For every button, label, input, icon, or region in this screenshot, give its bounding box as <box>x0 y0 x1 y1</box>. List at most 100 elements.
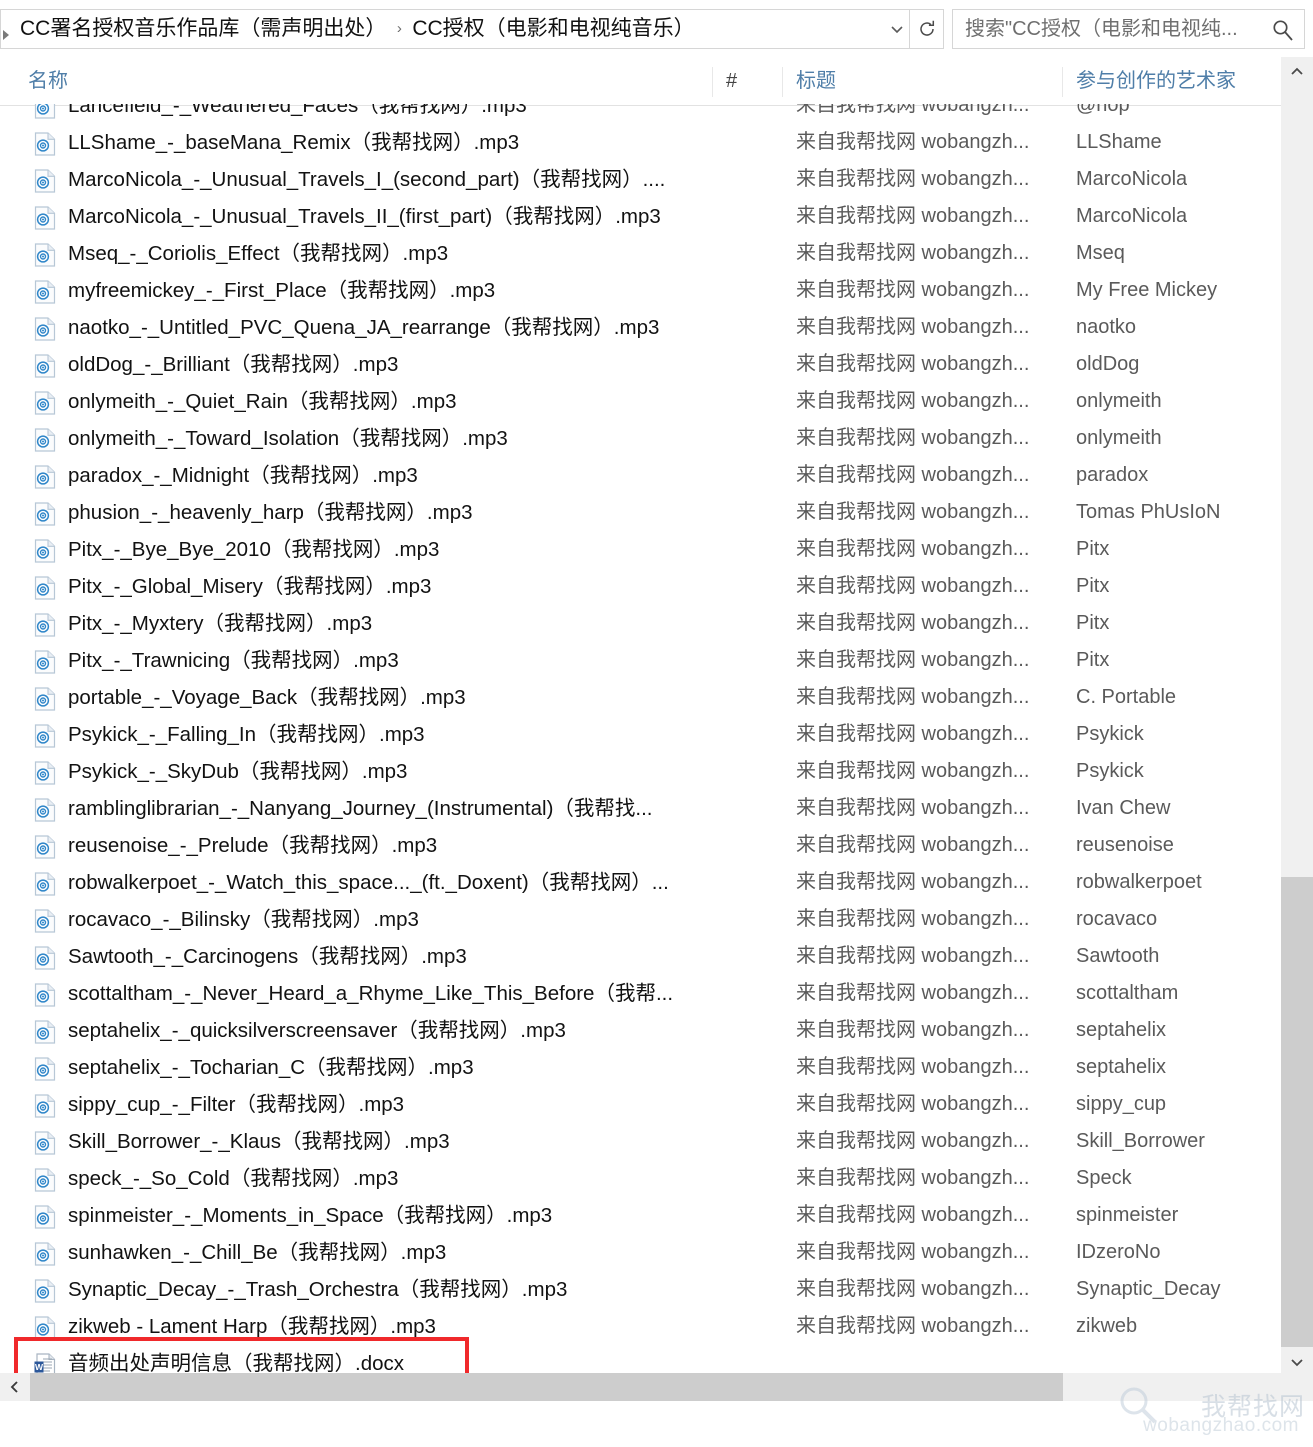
file-name[interactable]: onlymeith_-_Quiet_Rain（我帮找网）.mp3 <box>68 383 457 420</box>
table-row[interactable]: MarcoNicola_-_Unusual_Travels_I_(second_… <box>0 161 1281 198</box>
breadcrumb-separator-icon[interactable]: › <box>388 9 410 49</box>
file-name[interactable]: myfreemickey_-_First_Place（我帮找网）.mp3 <box>68 272 495 309</box>
file-name[interactable]: Psykick_-_SkyDub（我帮找网）.mp3 <box>68 753 407 790</box>
search-input[interactable]: 搜索"CC授权（电影和电视纯... <box>965 10 1255 48</box>
table-row[interactable]: Pitx_-_Trawnicing（我帮找网）.mp3 来自我帮找网 wobang… <box>0 642 1281 679</box>
horizontal-scrollbar-thumb[interactable] <box>30 1373 1063 1401</box>
file-name[interactable]: Lancefield_-_Weathered_Faces（我帮找网）.mp3 <box>68 104 527 124</box>
table-row[interactable]: septahelix_-_Tocharian_C（我帮找网）.mp3 来自我帮找网… <box>0 1049 1281 1086</box>
table-row[interactable]: paradox_-_Midnight（我帮找网）.mp3 来自我帮找网 woban… <box>0 457 1281 494</box>
horizontal-scrollbar[interactable] <box>0 1373 1313 1401</box>
table-row[interactable]: Sawtooth_-_Carcinogens（我帮找网）.mp3 来自我帮找网 w… <box>0 938 1281 975</box>
table-row[interactable]: ramblinglibrarian_-_Nanyang_Journey_(Ins… <box>0 790 1281 827</box>
table-row[interactable]: Pitx_-_Global_Misery（我帮找网）.mp3 来自我帮找网 wob… <box>0 568 1281 605</box>
table-row[interactable]: myfreemickey_-_First_Place（我帮找网）.mp3 来自我帮… <box>0 272 1281 309</box>
file-name[interactable]: scottaltham_-_Never_Heard_a_Rhyme_Like_T… <box>68 975 673 1012</box>
file-name[interactable]: rocavaco_-_Bilinsky（我帮找网）.mp3 <box>68 901 419 938</box>
breadcrumb-item-library[interactable]: CC署名授权音乐作品库（需声明出处） <box>18 9 388 49</box>
file-name[interactable]: reusenoise_-_Prelude（我帮找网）.mp3 <box>68 827 437 864</box>
vertical-scrollbar[interactable] <box>1281 57 1313 1377</box>
file-name[interactable]: Sawtooth_-_Carcinogens（我帮找网）.mp3 <box>68 938 467 975</box>
column-header-number[interactable]: # <box>726 57 737 105</box>
table-row[interactable]: Synaptic_Decay_-_Trash_Orchestra（我帮找网）.m… <box>0 1271 1281 1308</box>
file-name[interactable]: onlymeith_-_Toward_Isolation（我帮找网）.mp3 <box>68 420 508 457</box>
table-row[interactable]: oldDog_-_Brilliant（我帮找网）.mp3 来自我帮找网 woban… <box>0 346 1281 383</box>
file-name[interactable]: robwalkerpoet_-_Watch_this_space..._(ft.… <box>68 864 669 901</box>
breadcrumb-item-current[interactable]: CC授权（电影和电视纯音乐） <box>410 9 696 49</box>
table-row[interactable]: LLShame_-_baseMana_Remix（我帮找网）.mp3 来自我帮找网… <box>0 124 1281 161</box>
file-name[interactable]: Pitx_-_Myxtery（我帮找网）.mp3 <box>68 605 372 642</box>
table-row[interactable]: phusion_-_heavenly_harp（我帮找网）.mp3 来自我帮找网 … <box>0 494 1281 531</box>
scroll-left-button[interactable] <box>0 1373 30 1401</box>
table-row[interactable]: onlymeith_-_Quiet_Rain（我帮找网）.mp3 来自我帮找网 w… <box>0 383 1281 420</box>
file-name[interactable]: septahelix_-_quicksilverscreensaver（我帮找网… <box>68 1012 566 1049</box>
file-name[interactable]: 音频出处声明信息（我帮找网）.docx <box>68 1345 404 1376</box>
table-row[interactable]: Skill_Borrower_-_Klaus（我帮找网）.mp3 来自我帮找网 w… <box>0 1123 1281 1160</box>
table-row[interactable]: Lancefield_-_Weathered_Faces（我帮找网）.mp3 来自… <box>0 104 1281 124</box>
file-name[interactable]: portable_-_Voyage_Back（我帮找网）.mp3 <box>68 679 466 716</box>
table-row[interactable]: Psykick_-_SkyDub（我帮找网）.mp3 来自我帮找网 wobangz… <box>0 753 1281 790</box>
file-name[interactable]: naotko_-_Untitled_PVC_Quena_JA_rearrange… <box>68 309 659 346</box>
mp3-file-icon <box>34 354 56 378</box>
file-name[interactable]: sippy_cup_-_Filter（我帮找网）.mp3 <box>68 1086 404 1123</box>
table-row[interactable]: speck_-_So_Cold（我帮找网）.mp3 来自我帮找网 wobangzh… <box>0 1160 1281 1197</box>
file-name[interactable]: paradox_-_Midnight（我帮找网）.mp3 <box>68 457 418 494</box>
file-name[interactable]: Pitx_-_Trawnicing（我帮找网）.mp3 <box>68 642 399 679</box>
file-artist: septahelix <box>1076 1019 1167 1041</box>
column-divider[interactable] <box>1062 67 1063 97</box>
table-row[interactable]: Pitx_-_Myxtery（我帮找网）.mp3 来自我帮找网 wobangzh.… <box>0 605 1281 642</box>
search-icon[interactable] <box>1270 17 1296 43</box>
table-row[interactable]: Psykick_-_Falling_In（我帮找网）.mp3 来自我帮找网 wob… <box>0 716 1281 753</box>
file-name[interactable]: Mseq_-_Coriolis_Effect（我帮找网）.mp3 <box>68 235 448 272</box>
vertical-scrollbar-thumb[interactable] <box>1281 877 1313 1347</box>
chevron-down-icon[interactable] <box>884 9 910 49</box>
file-title: 来自我帮找网 wobangzh... <box>796 1093 1030 1115</box>
file-name[interactable]: phusion_-_heavenly_harp（我帮找网）.mp3 <box>68 494 473 531</box>
file-name[interactable]: MarcoNicola_-_Unusual_Travels_II_(first_… <box>68 198 661 235</box>
column-header-name[interactable]: 名称 <box>28 57 68 105</box>
table-row[interactable]: septahelix_-_quicksilverscreensaver（我帮找网… <box>0 1012 1281 1049</box>
table-row[interactable]: Mseq_-_Coriolis_Effect（我帮找网）.mp3 来自我帮找网 w… <box>0 235 1281 272</box>
file-name[interactable]: MarcoNicola_-_Unusual_Travels_I_(second_… <box>68 161 665 198</box>
file-name[interactable]: ramblinglibrarian_-_Nanyang_Journey_(Ins… <box>68 790 653 827</box>
table-row[interactable]: robwalkerpoet_-_Watch_this_space..._(ft.… <box>0 864 1281 901</box>
table-row[interactable]: portable_-_Voyage_Back（我帮找网）.mp3 来自我帮找网 w… <box>0 679 1281 716</box>
table-row[interactable]: rocavaco_-_Bilinsky（我帮找网）.mp3 来自我帮找网 woba… <box>0 901 1281 938</box>
file-name[interactable]: oldDog_-_Brilliant（我帮找网）.mp3 <box>68 346 398 383</box>
file-name[interactable]: Psykick_-_Falling_In（我帮找网）.mp3 <box>68 716 425 753</box>
refresh-button[interactable] <box>910 9 944 49</box>
file-name[interactable]: LLShame_-_baseMana_Remix（我帮找网）.mp3 <box>68 124 519 161</box>
table-row[interactable]: MarcoNicola_-_Unusual_Travels_II_(first_… <box>0 198 1281 235</box>
column-header-artist[interactable]: 参与创作的艺术家 <box>1076 57 1236 105</box>
table-row[interactable]: sunhawken_-_Chill_Be（我帮找网）.mp3 来自我帮找网 wob… <box>0 1234 1281 1271</box>
column-header-title[interactable]: 标题 <box>796 57 836 105</box>
file-name[interactable]: Synaptic_Decay_-_Trash_Orchestra（我帮找网）.m… <box>68 1271 567 1308</box>
file-name[interactable]: spinmeister_-_Moments_in_Space（我帮找网）.mp3 <box>68 1197 552 1234</box>
file-name[interactable]: speck_-_So_Cold（我帮找网）.mp3 <box>68 1160 398 1197</box>
table-row[interactable]: reusenoise_-_Prelude（我帮找网）.mp3 来自我帮找网 wob… <box>0 827 1281 864</box>
search-box[interactable]: 搜索"CC授权（电影和电视纯... <box>952 9 1305 49</box>
mp3-file-icon <box>34 983 56 1007</box>
table-row[interactable]: spinmeister_-_Moments_in_Space（我帮找网）.mp3… <box>0 1197 1281 1234</box>
table-row[interactable]: W 音频出处声明信息（我帮找网）.docx <box>0 1345 1281 1376</box>
table-row[interactable]: zikweb - Lament Harp（我帮找网）.mp3 来自我帮找网 wob… <box>0 1308 1281 1345</box>
file-name[interactable]: Pitx_-_Bye_Bye_2010（我帮找网）.mp3 <box>68 531 439 568</box>
mp3-file-icon <box>34 613 56 637</box>
table-row[interactable]: Pitx_-_Bye_Bye_2010（我帮找网）.mp3 来自我帮找网 woba… <box>0 531 1281 568</box>
file-name[interactable]: sunhawken_-_Chill_Be（我帮找网）.mp3 <box>68 1234 446 1271</box>
column-divider[interactable] <box>782 67 783 97</box>
table-row[interactable]: sippy_cup_-_Filter（我帮找网）.mp3 来自我帮找网 woban… <box>0 1086 1281 1123</box>
scroll-up-button[interactable] <box>1281 57 1313 87</box>
file-name[interactable]: Pitx_-_Global_Misery（我帮找网）.mp3 <box>68 568 431 605</box>
file-name[interactable]: Skill_Borrower_-_Klaus（我帮找网）.mp3 <box>68 1123 450 1160</box>
file-name[interactable]: septahelix_-_Tocharian_C（我帮找网）.mp3 <box>68 1049 474 1086</box>
column-divider[interactable] <box>712 67 713 97</box>
breadcrumb-overflow-icon[interactable] <box>3 30 9 40</box>
table-row[interactable]: scottaltham_-_Never_Heard_a_Rhyme_Like_T… <box>0 975 1281 1012</box>
file-list[interactable]: Lancefield_-_Weathered_Faces（我帮找网）.mp3 来自… <box>0 104 1281 1376</box>
table-row[interactable]: onlymeith_-_Toward_Isolation（我帮找网）.mp3 来自… <box>0 420 1281 457</box>
file-artist: naotko <box>1076 316 1137 338</box>
file-name[interactable]: zikweb - Lament Harp（我帮找网）.mp3 <box>68 1308 436 1345</box>
mp3-file-icon <box>34 428 56 452</box>
table-row[interactable]: naotko_-_Untitled_PVC_Quena_JA_rearrange… <box>0 309 1281 346</box>
